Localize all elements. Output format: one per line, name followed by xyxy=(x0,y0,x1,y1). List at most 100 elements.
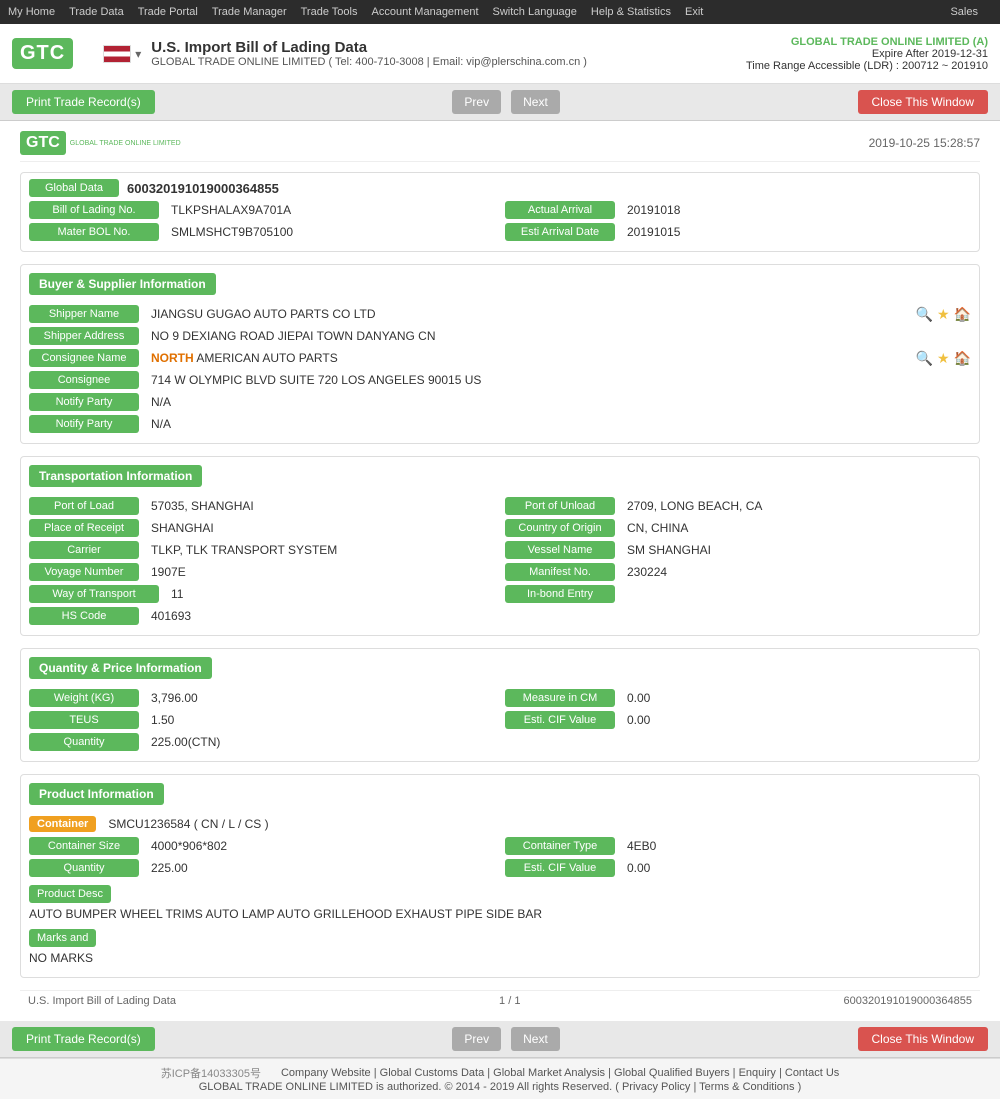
nav-help-statistics[interactable]: Help & Statistics xyxy=(591,6,671,18)
doc-timestamp: 2019-10-25 15:28:57 xyxy=(869,136,980,150)
place-receipt-half: Place of Receipt SHANGHAI xyxy=(29,519,495,537)
carrier-label: Carrier xyxy=(29,541,139,559)
prev-button-bottom[interactable]: Prev xyxy=(452,1027,501,1051)
teus-cif-row: TEUS 1.50 Esti. CIF Value 0.00 xyxy=(29,711,971,729)
print-button-top[interactable]: Print Trade Record(s) xyxy=(12,90,155,114)
esti-cif-half: Esti. CIF Value 0.00 xyxy=(505,711,971,729)
flag-area: ▾ xyxy=(103,45,141,63)
nav-account-management[interactable]: Account Management xyxy=(372,6,479,18)
global-data-row: Global Data 600320191019000364855 xyxy=(29,179,971,197)
footer-copyright: GLOBAL TRADE ONLINE LIMITED is authorize… xyxy=(20,1081,980,1093)
esti-arrival-value: 20191015 xyxy=(623,223,971,241)
way-transport-label: Way of Transport xyxy=(29,585,159,603)
footer-link-customs[interactable]: Global Customs Data xyxy=(380,1067,485,1079)
inbond-half: In-bond Entry xyxy=(505,585,971,603)
container-value: SMCU1236584 ( CN / L / CS ) xyxy=(104,815,971,833)
nav-sales[interactable]: Sales xyxy=(950,6,978,18)
consignee-search-icon[interactable]: 🔍 xyxy=(916,350,933,367)
basic-info-inner: Global Data 600320191019000364855 Bill o… xyxy=(21,179,979,251)
country-origin-half: Country of Origin CN, CHINA xyxy=(505,519,971,537)
consignee-star-icon[interactable]: ★ xyxy=(937,350,950,367)
consignee-label: Consignee xyxy=(29,371,139,389)
transport-inner: Port of Load 57035, SHANGHAI Port of Unl… xyxy=(21,497,979,635)
notify-party2-label: Notify Party xyxy=(29,415,139,433)
container-size-value: 4000*906*802 xyxy=(147,837,495,855)
hs-code-row: HS Code 401693 xyxy=(29,607,971,625)
next-button-top[interactable]: Next xyxy=(511,90,560,114)
close-button-bottom[interactable]: Close This Window xyxy=(858,1027,988,1051)
consignee-name-label: Consignee Name xyxy=(29,349,139,367)
prod-cif-label: Esti. CIF Value xyxy=(505,859,615,877)
shipper-search-icon[interactable]: 🔍 xyxy=(916,306,933,323)
country-origin-label: Country of Origin xyxy=(505,519,615,537)
logo-area: GTC xyxy=(12,38,73,69)
container-type-value: 4EB0 xyxy=(623,837,971,855)
shipper-name-value: JIANGSU GUGAO AUTO PARTS CO LTD xyxy=(147,305,908,323)
measure-value: 0.00 xyxy=(623,689,971,707)
bol-value: TLKPSHALAX9A701A xyxy=(167,201,495,219)
teus-value: 1.50 xyxy=(147,711,495,729)
notify-party1-value: N/A xyxy=(147,393,971,411)
prod-qty-half: Quantity 225.00 xyxy=(29,859,495,877)
footer-link-enquiry[interactable]: Enquiry xyxy=(739,1067,776,1079)
footer-link-contact[interactable]: Contact Us xyxy=(785,1067,839,1079)
consignee-value: 714 W OLYMPIC BLVD SUITE 720 LOS ANGELES… xyxy=(147,371,971,389)
nav-trade-data[interactable]: Trade Data xyxy=(69,6,124,18)
nav-switch-language[interactable]: Switch Language xyxy=(493,6,577,18)
way-inbond-row: Way of Transport 11 In-bond Entry xyxy=(29,585,971,603)
teus-half: TEUS 1.50 xyxy=(29,711,495,729)
port-unload-half: Port of Unload 2709, LONG BEACH, CA xyxy=(505,497,971,515)
shipper-home-icon[interactable]: 🏠 xyxy=(954,306,971,323)
esti-cif-value: 0.00 xyxy=(623,711,971,729)
port-unload-label: Port of Unload xyxy=(505,497,615,515)
footer-link-company[interactable]: Company Website xyxy=(281,1067,371,1079)
prod-qty-value: 225.00 xyxy=(147,859,495,877)
toolbar-bottom: Print Trade Record(s) Prev Next Close Th… xyxy=(0,1021,1000,1058)
time-range: Time Range Accessible (LDR) : 200712 ~ 2… xyxy=(746,60,988,72)
notify-party1-label: Notify Party xyxy=(29,393,139,411)
footer-link-market[interactable]: Global Market Analysis xyxy=(493,1067,605,1079)
vessel-name-value: SM SHANGHAI xyxy=(623,541,971,559)
nav-trade-manager[interactable]: Trade Manager xyxy=(212,6,287,18)
carrier-value: TLKP, TLK TRANSPORT SYSTEM xyxy=(147,541,495,559)
nav-trade-portal[interactable]: Trade Portal xyxy=(138,6,198,18)
container-row: Container SMCU1236584 ( CN / L / CS ) xyxy=(29,815,971,833)
footer-link-buyers[interactable]: Global Qualified Buyers xyxy=(614,1067,730,1079)
actual-arrival-label: Actual Arrival xyxy=(505,201,615,219)
product-desc-section: Product Desc AUTO BUMPER WHEEL TRIMS AUT… xyxy=(21,881,979,921)
doc-footer-right: 600320191019000364855 xyxy=(844,995,972,1007)
quantity-row: Quantity 225.00(CTN) xyxy=(29,733,971,751)
print-button-bottom[interactable]: Print Trade Record(s) xyxy=(12,1027,155,1051)
carrier-half: Carrier TLKP, TLK TRANSPORT SYSTEM xyxy=(29,541,495,559)
port-row: Port of Load 57035, SHANGHAI Port of Unl… xyxy=(29,497,971,515)
shipper-star-icon[interactable]: ★ xyxy=(937,306,950,323)
inbond-label: In-bond Entry xyxy=(505,585,615,603)
header-center: U.S. Import Bill of Lading Data GLOBAL T… xyxy=(151,39,746,68)
shipper-name-row: Shipper Name JIANGSU GUGAO AUTO PARTS CO… xyxy=(29,305,971,323)
product-desc-value: AUTO BUMPER WHEEL TRIMS AUTO LAMP AUTO G… xyxy=(29,907,971,921)
quantity-value: 225.00(CTN) xyxy=(147,733,971,751)
doc-logo-sub: GLOBAL TRADE ONLINE LIMITED xyxy=(70,140,181,147)
weight-label: Weight (KG) xyxy=(29,689,139,707)
bol-label: Bill of Lading No. xyxy=(29,201,159,219)
prod-qty-label: Quantity xyxy=(29,859,139,877)
consignee-home-icon[interactable]: 🏠 xyxy=(954,350,971,367)
main-content: GTC GLOBAL TRADE ONLINE LIMITED 2019-10-… xyxy=(0,121,1000,1021)
mater-bol-label: Mater BOL No. xyxy=(29,223,159,241)
prod-cif-half: Esti. CIF Value 0.00 xyxy=(505,859,971,877)
buyer-supplier-inner: Shipper Name JIANGSU GUGAO AUTO PARTS CO… xyxy=(21,305,979,443)
marks-label: Marks and xyxy=(29,929,96,947)
next-button-bottom[interactable]: Next xyxy=(511,1027,560,1051)
place-receipt-label: Place of Receipt xyxy=(29,519,139,537)
port-load-label: Port of Load xyxy=(29,497,139,515)
shipper-name-label: Shipper Name xyxy=(29,305,139,323)
quantity-price-inner: Weight (KG) 3,796.00 Measure in CM 0.00 … xyxy=(21,689,979,761)
container-size-type-row: Container Size 4000*906*802 Container Ty… xyxy=(29,837,971,855)
close-button-top[interactable]: Close This Window xyxy=(858,90,988,114)
nav-trade-tools[interactable]: Trade Tools xyxy=(301,6,358,18)
bol-half: Bill of Lading No. TLKPSHALAX9A701A xyxy=(29,201,495,219)
nav-exit[interactable]: Exit xyxy=(685,6,703,18)
nav-my-home[interactable]: My Home xyxy=(8,6,55,18)
prev-button-top[interactable]: Prev xyxy=(452,90,501,114)
hs-code-label: HS Code xyxy=(29,607,139,625)
